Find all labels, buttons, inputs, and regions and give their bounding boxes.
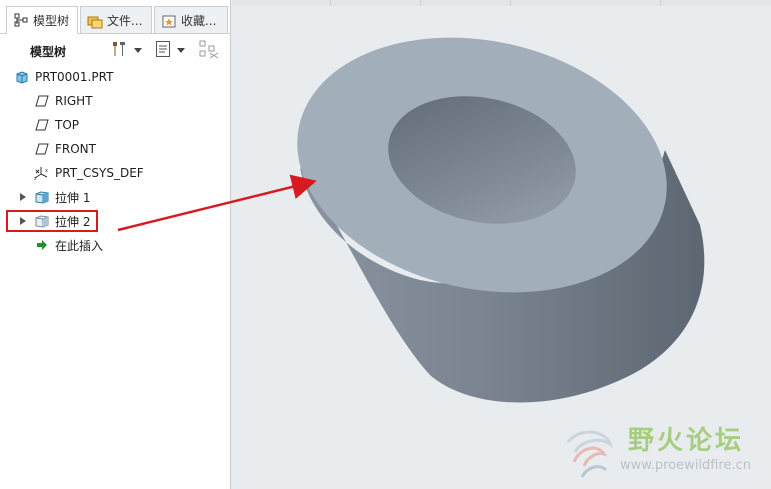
tab-label: 文件... <box>107 14 143 28</box>
tree-item-csys[interactable]: zx PRT_CSYS_DEF <box>0 162 231 184</box>
datum-plane-icon <box>34 117 50 133</box>
svg-text:z: z <box>34 176 37 181</box>
filter-icon <box>198 39 220 62</box>
settings-tools-button[interactable] <box>110 40 142 60</box>
tree-item-label: FRONT <box>55 142 96 156</box>
tab-favorites[interactable]: 收藏... <box>154 6 228 34</box>
graphics-viewport[interactable] <box>232 6 771 489</box>
tab-label: 收藏... <box>181 14 217 28</box>
expand-arrow-icon[interactable] <box>20 193 28 201</box>
favorites-icon <box>161 13 177 29</box>
navigator-tabs: 模型树 文件... 收藏... <box>0 6 231 34</box>
model-tree-icon <box>13 12 29 28</box>
insert-here-arrow-icon <box>34 237 50 253</box>
part-icon <box>14 69 30 85</box>
tree-item-right[interactable]: RIGHT <box>0 90 231 112</box>
datum-plane-icon <box>34 93 50 109</box>
tree-item-label: PRT0001.PRT <box>35 70 114 84</box>
model-tree-title: 模型树 <box>30 45 67 59</box>
chevron-down-icon <box>134 47 142 53</box>
watermark-title: 野火论坛 <box>628 426 745 456</box>
annotation-highlight-box <box>6 210 98 232</box>
watermark-logo-icon <box>566 430 614 478</box>
show-options-button[interactable] <box>155 40 185 60</box>
tree-item-extrude-1[interactable]: 拉伸 1 <box>0 186 231 208</box>
settings-tools-icon <box>110 40 128 61</box>
tree-item-label: RIGHT <box>55 94 93 108</box>
filter-button[interactable] <box>198 40 220 60</box>
extrude-icon <box>34 189 50 205</box>
tree-root-item[interactable]: PRT0001.PRT <box>0 66 231 88</box>
folder-browser-icon <box>87 13 103 29</box>
chevron-down-icon <box>177 47 185 53</box>
watermark: 野火论坛 www.proewildfire.cn <box>560 420 765 484</box>
tree-item-label: 拉伸 1 <box>55 190 91 205</box>
tree-item-label: 在此插入 <box>55 238 104 253</box>
tab-model-tree[interactable]: 模型树 <box>6 6 78 34</box>
tab-label: 模型树 <box>33 13 70 28</box>
datum-plane-icon <box>34 141 50 157</box>
show-options-icon <box>155 40 171 61</box>
tab-folder-browser[interactable]: 文件... <box>80 6 152 34</box>
coordinate-system-icon: zx <box>33 165 49 181</box>
svg-text:x: x <box>45 168 48 174</box>
tree-item-label: TOP <box>55 118 80 132</box>
tree-item-insert-here[interactable]: 在此插入 <box>0 234 231 256</box>
model-tree-toolbar: 模型树 <box>0 36 231 64</box>
app-window: 模型树 文件... 收藏... 模型树 PRT0001.PRT RIGHT TO… <box>0 0 771 489</box>
tree-item-front[interactable]: FRONT <box>0 138 231 160</box>
tree-item-top[interactable]: TOP <box>0 114 231 136</box>
tree-item-label: PRT_CSYS_DEF <box>55 166 144 180</box>
watermark-url: www.proewildfire.cn <box>620 458 751 473</box>
navigator-panel: 模型树 文件... 收藏... 模型树 PRT0001.PRT RIGHT TO… <box>0 0 231 489</box>
